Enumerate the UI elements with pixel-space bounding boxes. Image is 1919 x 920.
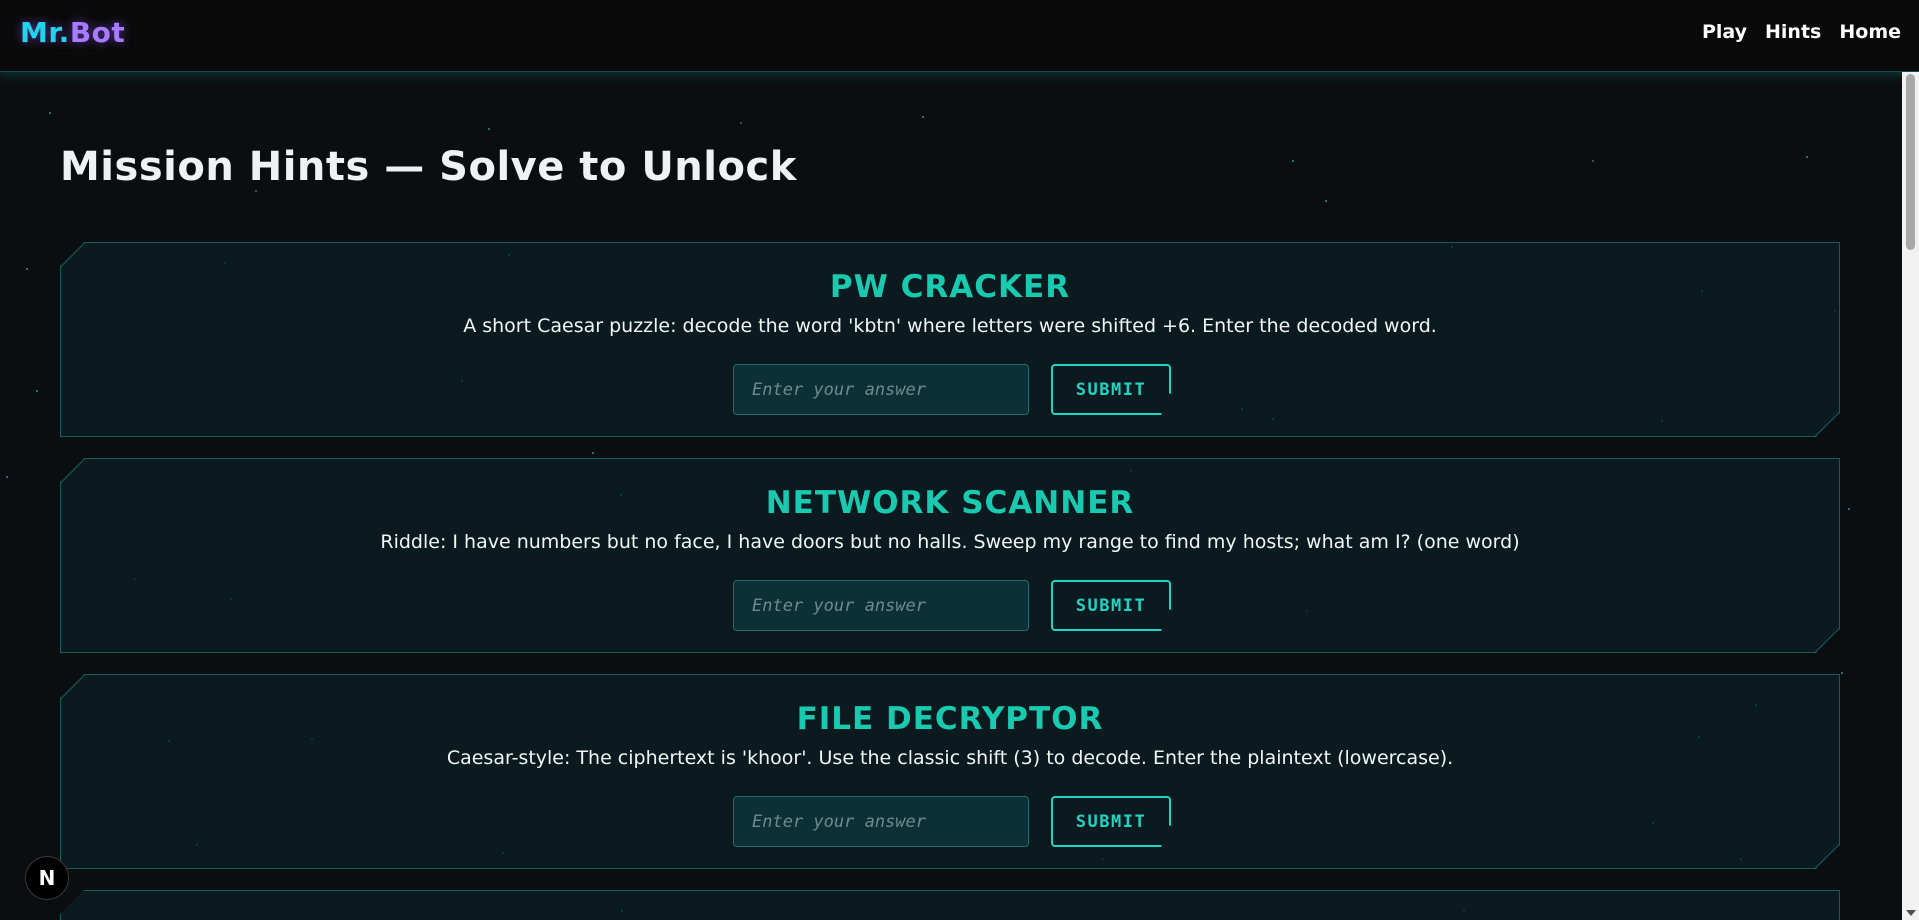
card-description: Riddle: I have numbers but no face, I ha… xyxy=(380,531,1520,553)
top-navbar: Mr.Bot Play Hints Home xyxy=(0,0,1919,72)
card-corner-decoration xyxy=(61,458,86,483)
main-content: Mission Hints — Solve to Unlock PW CRACK… xyxy=(0,72,1902,920)
card-corner-decoration xyxy=(61,674,86,699)
vertical-scrollbar[interactable] xyxy=(1902,72,1919,920)
card-description: A short Caesar puzzle: decode the word '… xyxy=(463,315,1437,337)
answer-input[interactable] xyxy=(733,796,1029,847)
submit-button[interactable]: SUBMIT xyxy=(1051,364,1171,415)
scroll-down-arrow-icon[interactable] xyxy=(1906,910,1916,916)
nav-link-play[interactable]: Play xyxy=(1702,21,1747,43)
logo-text-mr: Mr. xyxy=(20,16,70,49)
card-title: NETWORK SCANNER xyxy=(765,485,1135,521)
nav-link-hints[interactable]: Hints xyxy=(1765,21,1821,43)
page-title: Mission Hints — Solve to Unlock xyxy=(60,144,797,190)
nextjs-dev-badge-icon[interactable]: N xyxy=(25,856,69,900)
hint-card-pw-cracker: PW CRACKER A short Caesar puzzle: decode… xyxy=(60,242,1840,437)
hint-card-partial xyxy=(60,890,1840,920)
scrollbar-thumb[interactable] xyxy=(1906,74,1915,250)
nav-link-home[interactable]: Home xyxy=(1839,21,1901,43)
card-corner-decoration xyxy=(61,242,86,267)
card-title: PW CRACKER xyxy=(829,269,1071,305)
submit-button[interactable]: SUBMIT xyxy=(1051,580,1171,631)
submit-button[interactable]: SUBMIT xyxy=(1051,796,1171,847)
card-corner-decoration xyxy=(1815,628,1840,653)
hint-card-network-scanner: NETWORK SCANNER Riddle: I have numbers b… xyxy=(60,458,1840,653)
logo-text-bot: Bot xyxy=(69,16,126,49)
card-corner-decoration xyxy=(1815,844,1840,869)
hint-card-file-decryptor: FILE DECRYPTOR Caesar-style: The ciphert… xyxy=(60,674,1840,869)
card-description: Caesar-style: The ciphertext is 'khoor'.… xyxy=(446,747,1454,769)
answer-input[interactable] xyxy=(733,580,1029,631)
logo[interactable]: Mr.Bot xyxy=(20,16,125,49)
card-title: FILE DECRYPTOR xyxy=(796,701,1104,737)
nav-links: Play Hints Home xyxy=(1702,21,1901,43)
answer-input[interactable] xyxy=(733,364,1029,415)
card-corner-decoration xyxy=(1815,412,1840,437)
